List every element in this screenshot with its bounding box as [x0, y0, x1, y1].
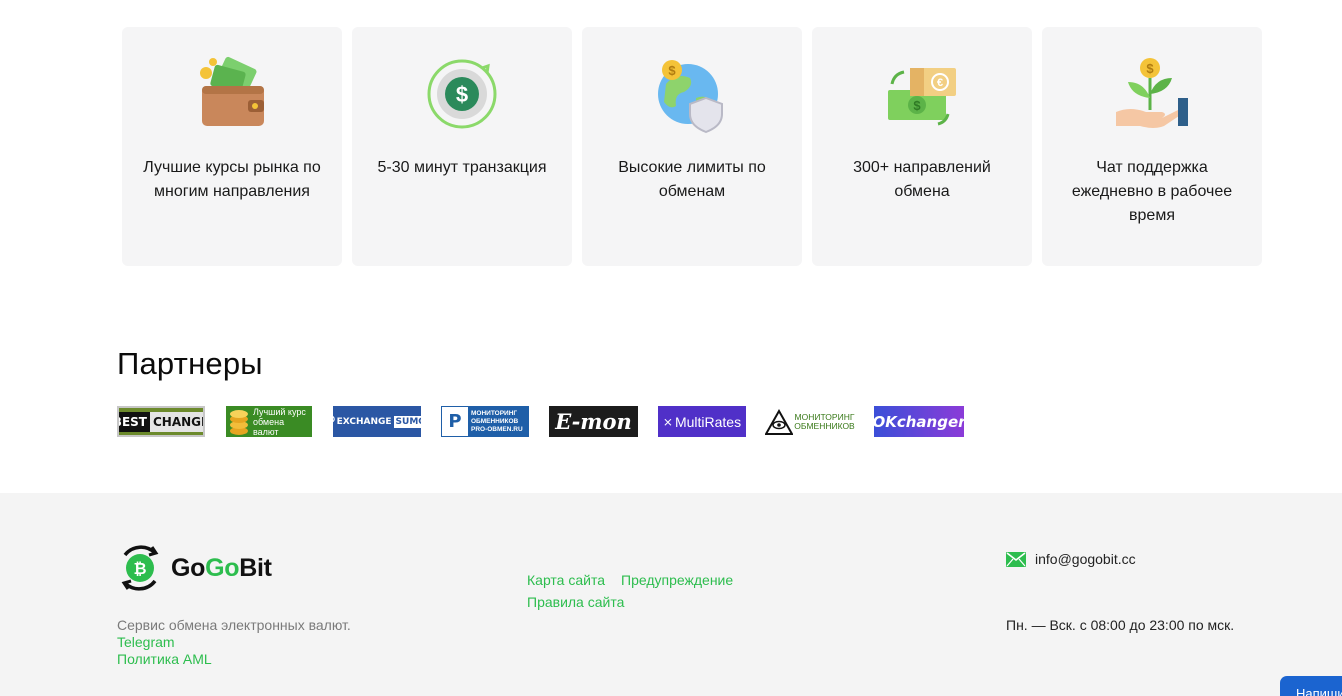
- feature-card: $ € 300+ направлений обмена: [812, 27, 1032, 266]
- partners-title: Партнеры: [117, 346, 263, 381]
- cash-exchange-icon: $ €: [888, 68, 956, 126]
- partner-text: MultiRates: [674, 413, 742, 430]
- partner-monitoring[interactable]: МОНИТОРИНГ ОБМЕННИКОВ: [765, 406, 855, 437]
- feature-text: Высокие лимиты по обменам: [618, 159, 766, 200]
- dollar-cycle-icon: $: [427, 59, 497, 129]
- partners-logos: BEST CHANGE Лучший курс обмена валют ⚲ E…: [117, 406, 977, 438]
- footer-logo[interactable]: ₿ GoGoBit: [117, 543, 272, 593]
- wallet-money-icon: [200, 56, 264, 126]
- chat-button[interactable]: Напишите нам: [1280, 676, 1342, 696]
- partner-pro-obmen[interactable]: P МОНИТОРИНГ ОБМЕННИКОВ PRO-OBMEN.RU: [441, 406, 529, 437]
- partner-text: обмена валют: [252, 416, 285, 437]
- footer: ₿ GoGoBit Сервис обмена электронных валю…: [0, 493, 1342, 696]
- multirates-icon: ⨯: [662, 414, 673, 429]
- svg-text:$: $: [456, 82, 468, 107]
- gogobit-logo-icon: ₿: [121, 545, 159, 591]
- globe-shield-icon: $: [658, 60, 723, 134]
- feature-card: $ 5-30 минут транзакция: [352, 27, 572, 266]
- warning-link[interactable]: Предупреждение: [621, 569, 733, 591]
- telegram-link[interactable]: Telegram: [117, 634, 175, 651]
- coins-icon: [229, 409, 248, 435]
- partner-text: МОНИТОРИНГ: [471, 409, 518, 417]
- partner-text: BEST: [119, 411, 150, 432]
- svg-text:$: $: [1146, 61, 1154, 76]
- partner-multirates[interactable]: ⨯ MultiRates: [658, 406, 746, 437]
- features-row: Лучшие курсы рынка по многим направления…: [122, 27, 1262, 266]
- partner-text: OKchanger: [874, 412, 964, 431]
- footer-email[interactable]: info@gogobit.cc: [1006, 551, 1136, 567]
- partner-text: ОБМЕННИКОВ: [794, 420, 855, 431]
- email-text: info@gogobit.cc: [1035, 551, 1136, 567]
- feature-card: $ Чат поддержка ежедневно в рабочее врем…: [1042, 27, 1262, 266]
- footer-nav: Карта сайта Предупреждение Правила сайта: [527, 569, 787, 613]
- feature-text: Лучшие курсы рынка по многим направления: [143, 159, 321, 200]
- footer-description: Сервис обмена электронных валют.: [117, 617, 351, 633]
- logo-text: Go: [171, 553, 206, 582]
- feature-text: 5-30 минут транзакция: [377, 159, 547, 176]
- hand-plant-coin-icon: $: [1116, 58, 1188, 128]
- search-icon: ⚲: [333, 414, 336, 429]
- eye-pyramid-icon: [765, 408, 794, 435]
- svg-text:$: $: [913, 98, 921, 113]
- sitemap-link[interactable]: Карта сайта: [527, 569, 605, 591]
- mail-icon: [1006, 551, 1026, 567]
- partner-best-rate[interactable]: Лучший курс обмена валют: [226, 406, 312, 437]
- partner-text: E-mon: [555, 409, 632, 434]
- feature-card: $ Высокие лимиты по обменам: [582, 27, 802, 266]
- logo-text: Go: [205, 553, 240, 582]
- partner-text: PRO-OBMEN.RU: [471, 425, 523, 433]
- feature-card: Лучшие курсы рынка по многим направления: [122, 27, 342, 266]
- logo-text: Bit: [239, 553, 272, 582]
- partner-emon[interactable]: E-mon: [549, 406, 638, 437]
- svg-text:₿: ₿: [133, 560, 146, 578]
- partner-okchanger[interactable]: OKchanger: [874, 406, 964, 437]
- partner-text: CHANGE: [149, 411, 203, 432]
- partner-text: ОБМЕННИКОВ: [471, 417, 519, 425]
- svg-text:$: $: [668, 63, 676, 78]
- partner-text: EXCHANGE: [336, 416, 392, 427]
- working-hours: Пн. — Вск. с 08:00 до 23:00 по мск.: [1006, 617, 1235, 633]
- partner-text: SUMO: [393, 415, 421, 428]
- aml-policy-link[interactable]: Политика AML: [117, 651, 212, 668]
- feature-text: 300+ направлений обмена: [853, 159, 991, 200]
- partner-text: Лучший курс: [252, 406, 306, 417]
- rules-link[interactable]: Правила сайта: [527, 591, 624, 613]
- svg-text:€: €: [937, 77, 943, 89]
- pro-obmen-logo-icon: P: [442, 407, 468, 436]
- partner-bestchange[interactable]: BEST CHANGE: [117, 406, 205, 437]
- feature-text: Чат поддержка ежедневно в рабочее время: [1071, 159, 1233, 224]
- partner-exchangesumo[interactable]: ⚲ EXCHANGE SUMO: [333, 406, 421, 437]
